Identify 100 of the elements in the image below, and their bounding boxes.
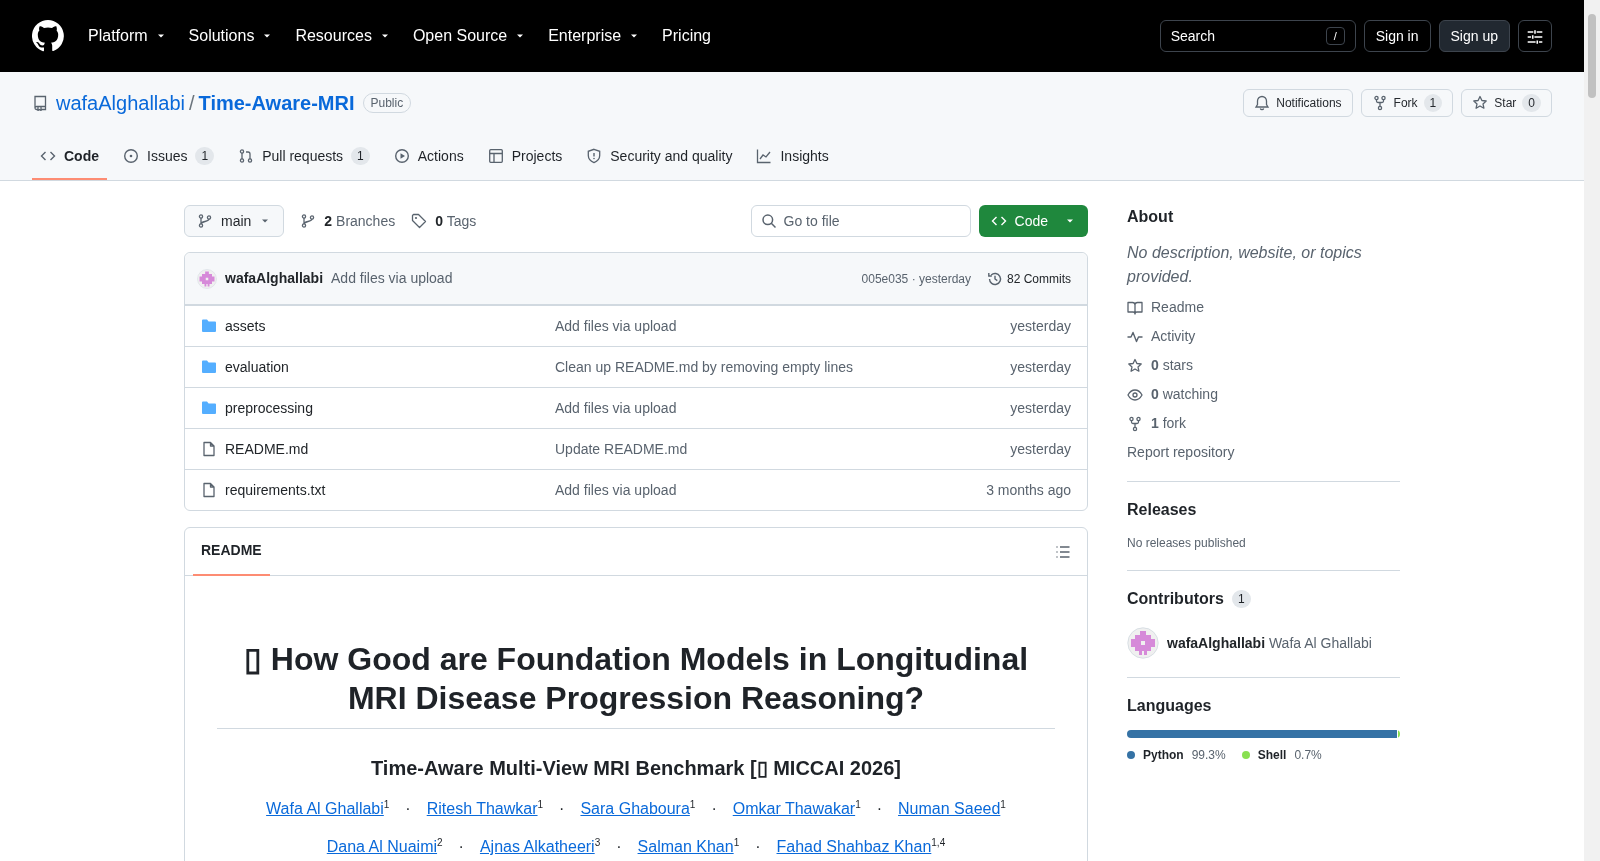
commit-message-link[interactable]: Add files via upload	[555, 479, 677, 501]
nav-menu[interactable]: Open Source	[404, 24, 535, 48]
contributor-link[interactable]: wafaAlghallabi Wafa Al Ghallabi	[1167, 632, 1372, 654]
sign-in-button[interactable]: Sign in	[1363, 20, 1431, 52]
repo-tab[interactable]: Security and quality	[578, 134, 741, 180]
pull-request-icon	[238, 148, 255, 164]
repo-tab[interactable]: Code	[32, 134, 107, 180]
sidebar-link[interactable]: 0 watching	[1127, 384, 1400, 405]
nav-menu[interactable]: Solutions	[180, 24, 282, 48]
separator-dot: ·	[405, 799, 411, 820]
counter: 1	[1423, 94, 1443, 112]
go-to-file-field[interactable]: Go to file	[750, 205, 971, 237]
folder-icon	[201, 400, 217, 416]
repo-tab[interactable]: Actions	[385, 134, 472, 180]
branch-icon	[300, 213, 317, 229]
commit-message-link[interactable]: Add files via upload	[555, 397, 677, 419]
branch-icon	[197, 213, 213, 229]
issue-circle-icon	[123, 148, 139, 164]
owner-link[interactable]: wafaAlghallabi	[56, 88, 185, 118]
commit-time: yesterday	[1010, 398, 1071, 418]
author-link[interactable]: Salman Khan	[637, 838, 734, 856]
author-link[interactable]: Ajnas Alkatheeri	[479, 838, 595, 856]
commit-time: yesterday	[1010, 439, 1071, 459]
shield-icon	[586, 148, 603, 164]
author-link[interactable]: wafaAlghallabi	[225, 268, 324, 289]
star-button[interactable]: Star 0	[1461, 89, 1552, 117]
star-icon	[1472, 95, 1489, 111]
language-percent: 99.3%	[1191, 747, 1226, 764]
sidebar-link[interactable]: 0 stars	[1127, 355, 1400, 376]
report-link[interactable]: Report repository	[1127, 442, 1400, 463]
affiliation-mark: 1	[383, 799, 390, 811]
counter: 0	[1522, 94, 1541, 112]
branches-link[interactable]: 2 Branches	[300, 210, 396, 232]
commit-time: yesterday	[1010, 357, 1071, 377]
section-heading: Contributors	[1127, 589, 1224, 609]
nav-menu[interactable]: Resources	[287, 24, 399, 48]
scrollbar[interactable]	[1584, 0, 1600, 861]
readme-title: ▯ How Good are Foundation Models in Longitudinal MRI Disease Progression Reasoning?	[217, 640, 1055, 730]
nav-menu[interactable]: Platform	[80, 24, 175, 48]
affiliation-mark: 2	[437, 837, 443, 849]
repo-tab[interactable]: Pull requests 1	[230, 134, 378, 180]
commit-time: yesterday	[1010, 316, 1071, 336]
separator-dot: ·	[616, 837, 622, 858]
file-icon	[201, 441, 217, 457]
author-link[interactable]: Fahad Shahbaz Khan	[776, 838, 932, 856]
section-heading: Languages	[1127, 696, 1213, 716]
affiliation-mark: 1	[689, 799, 696, 811]
github-logo[interactable]	[32, 20, 64, 52]
author-link[interactable]: Ritesh Thawkar	[426, 800, 538, 818]
file-name-link[interactable]: preprocessing	[225, 397, 555, 419]
author-link[interactable]: Sara Ghaboura	[580, 800, 690, 818]
commit-message-link[interactable]: Clean up README.md by removing empty lines	[555, 356, 853, 378]
file-name-link[interactable]: assets	[225, 315, 555, 337]
repo-tab[interactable]: Projects	[479, 134, 571, 180]
counter: 1	[351, 147, 370, 165]
repo-tab[interactable]: Insights	[748, 134, 837, 180]
commit-hash-time: 005e035 · yesterday	[861, 270, 971, 288]
section-heading: Releases	[1127, 500, 1198, 520]
author-link[interactable]: Dana Al Nuaimi	[326, 838, 438, 856]
settings-button[interactable]	[1518, 20, 1552, 52]
notifications-button[interactable]: Notifications	[1243, 89, 1353, 117]
sidebar-link[interactable]: Activity	[1127, 326, 1400, 347]
file-name-link[interactable]: evaluation	[225, 356, 555, 378]
tag-icon	[411, 213, 428, 229]
counter: 1	[1231, 590, 1251, 608]
shortcut-key: /	[1325, 26, 1345, 46]
list-icon[interactable]	[1055, 543, 1071, 560]
nav-menu[interactable]: Enterprise	[540, 24, 649, 48]
code-button[interactable]: Code	[978, 205, 1088, 237]
repo-icon	[32, 95, 48, 111]
author-link[interactable]: Numan Saeed	[898, 800, 1001, 818]
commit-message-link[interactable]: Update README.md	[555, 438, 688, 460]
repo-description: No description, website, or topics provided.	[1127, 243, 1363, 287]
commit-message-link[interactable]: Add files via upload	[555, 315, 677, 337]
repo-tab[interactable]: Issues 1	[115, 134, 223, 180]
affiliation-mark: 1	[733, 837, 740, 849]
branch-selector[interactable]: main	[184, 205, 285, 237]
sidebar-link[interactable]: 1 fork	[1127, 413, 1400, 434]
fork-button[interactable]: Fork 1	[1360, 89, 1454, 117]
path-separator: /	[189, 91, 195, 116]
empty-note: No releases published	[1127, 535, 1247, 552]
file-name-link[interactable]: requirements.txt	[225, 479, 555, 501]
nav-menu[interactable]: Pricing	[654, 24, 719, 48]
separator-dot: ·	[876, 799, 883, 820]
sidebar-link[interactable]: Readme	[1127, 297, 1400, 318]
sign-up-button[interactable]: Sign up	[1438, 20, 1510, 52]
commit-message: Add files via upload	[331, 269, 453, 288]
language-name: Shell	[1257, 747, 1287, 764]
avatar	[1127, 627, 1159, 659]
author-link[interactable]: Omkar Thawakar	[732, 800, 856, 818]
search-field[interactable]: Search /	[1159, 20, 1356, 52]
settings-icon	[1526, 27, 1544, 46]
commits-link[interactable]: 82 Commits	[987, 269, 1071, 288]
repo-name-link[interactable]: Time-Aware-MRI	[198, 88, 355, 118]
tags-link[interactable]: 0 Tags	[411, 210, 477, 232]
bell-icon	[1254, 95, 1271, 111]
counter: 1	[195, 147, 215, 165]
author-link[interactable]: Wafa Al Ghallabi	[266, 800, 384, 818]
readme-tab[interactable]: README	[193, 527, 270, 576]
file-name-link[interactable]: README.md	[225, 438, 555, 460]
